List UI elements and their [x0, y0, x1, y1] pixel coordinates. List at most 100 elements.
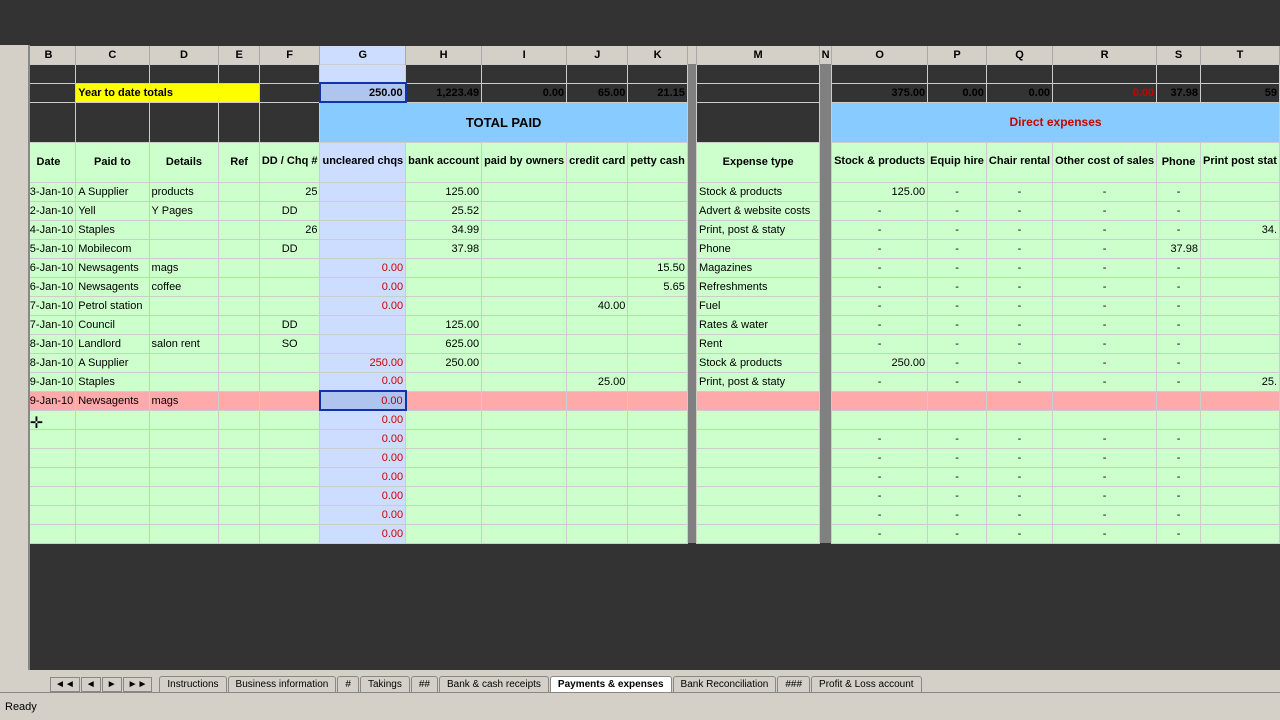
cell-E3 — [219, 102, 259, 142]
tab-bank-reconciliation[interactable]: Bank Reconciliation — [673, 676, 777, 692]
col-M-header: M — [696, 46, 819, 65]
col-L-header — [687, 46, 696, 65]
table-row: 9 06-Jan-10 Newsagents mags 0.00 15.50 M… — [1, 258, 1280, 277]
col-T-header: T — [1200, 46, 1279, 65]
table-row: 12 07-Jan-10 Council DD 125.00 Rates & w… — [1, 315, 1280, 334]
cell-details-header: Details — [149, 142, 219, 182]
cell-direct-exp: Direct expenses — [832, 102, 1280, 142]
cell-F3 — [259, 102, 320, 142]
cell-credit-header: credit card — [567, 142, 628, 182]
tab-hash3[interactable]: ### — [777, 676, 810, 692]
sheet-area[interactable]: B C D E F G H I J K M N O P Q R — [0, 45, 1280, 672]
cell-chair-header: Chair rental — [986, 142, 1052, 182]
cell-stock-header: Stock & products — [832, 142, 928, 182]
cell-I2: 0.00 — [482, 83, 567, 102]
cell-I1 — [482, 64, 567, 83]
table-row: 10 06-Jan-10 Newsagents coffee 0.00 5.65… — [1, 277, 1280, 296]
cell-L4 — [687, 142, 696, 182]
tab-takings[interactable]: Takings — [360, 676, 410, 692]
table-row: 7 04-Jan-10 Staples 26 34.99 Print, post… — [1, 220, 1280, 239]
cell-D3 — [149, 102, 219, 142]
col-N-header: N — [820, 46, 832, 65]
table-row: 11 07-Jan-10 Petrol station 0.00 40.00 F… — [1, 296, 1280, 315]
cell-H1 — [406, 64, 482, 83]
col-I-header: I — [482, 46, 567, 65]
tab-business-info[interactable]: Business information — [228, 676, 337, 692]
cell-O1 — [832, 64, 928, 83]
cell-K1 — [628, 64, 687, 83]
cell-S1 — [1157, 64, 1201, 83]
tab-instructions[interactable]: Instructions — [159, 676, 226, 692]
cell-paidto-header: Paid to — [76, 142, 149, 182]
col-header-row: B C D E F G H I J K M N O P Q R — [1, 46, 1280, 65]
tab-hash[interactable]: # — [337, 676, 359, 692]
table-row: 17 ✛ 0.00 — [1, 410, 1280, 429]
cell-H2: 1,223.49 — [406, 83, 482, 102]
last-sheet-btn[interactable]: ►► — [123, 677, 153, 692]
cell-G2[interactable]: 250.00 — [320, 83, 406, 102]
cell-equip-header: Equip hire — [928, 142, 987, 182]
table-row-selected: 16 09-Jan-10 Newsagents mags 0.00 — [1, 391, 1280, 410]
table-row: 13 08-Jan-10 Landlord salon rent SO 625.… — [1, 334, 1280, 353]
cell-J2: 65.00 — [567, 83, 628, 102]
col-O-header: O — [832, 46, 928, 65]
cell-L1 — [687, 64, 696, 83]
title-bar — [0, 0, 1280, 42]
cell-uncleared-header: uncleared chqs — [320, 142, 406, 182]
cell-E1 — [219, 64, 259, 83]
table-row: 5 03-Jan-10 A Supplier products 25 125.0… — [1, 182, 1280, 201]
row-numbers-panel — [0, 45, 30, 672]
cell-M1 — [696, 64, 819, 83]
tab-hash2[interactable]: ## — [411, 676, 438, 692]
col-K-header: K — [628, 46, 687, 65]
cell-N1 — [820, 64, 832, 83]
first-sheet-btn[interactable]: ◄◄ — [50, 677, 80, 692]
table-row: 6 02-Jan-10 Yell Y Pages DD 25.52 Advert… — [1, 201, 1280, 220]
cell-ytd-label: Year to date totals — [76, 83, 260, 102]
col-F-header: F — [259, 46, 320, 65]
table-row: 19 0.00 ----- — [1, 448, 1280, 467]
cell-N4 — [820, 142, 832, 182]
cell-F2 — [259, 83, 320, 102]
col-H-header: H — [406, 46, 482, 65]
cell-phone-header: Phone — [1157, 142, 1201, 182]
cell-total-paid: TOTAL PAID — [320, 102, 687, 142]
col-Q-header: Q — [986, 46, 1052, 65]
cell-S2: 37.98 — [1157, 83, 1201, 102]
tab-strip: ◄◄ ◄ ► ►► Instructions Business informat… — [0, 670, 1280, 692]
cell-Q1 — [986, 64, 1052, 83]
cell-O2: 375.00 — [832, 83, 928, 102]
prev-sheet-btn[interactable]: ◄ — [81, 677, 101, 692]
table-row: 8 05-Jan-10 Mobilecom DD 37.98 Phone - - — [1, 239, 1280, 258]
tab-bank-cash[interactable]: Bank & cash receipts — [439, 676, 549, 692]
table-row: 23 0.00 ----- — [1, 524, 1280, 543]
cell-D1 — [149, 64, 219, 83]
cell-Q2: 0.00 — [986, 83, 1052, 102]
cell-F1 — [259, 64, 320, 83]
table-row: 2 Year to date totals 250.00 1,223.49 0.… — [1, 83, 1280, 102]
cell-P1 — [928, 64, 987, 83]
cell-R2: 0.00 — [1053, 83, 1157, 102]
col-E-header: E — [219, 46, 259, 65]
cell-expense-header: Expense type — [696, 142, 819, 182]
cell-paidby-header: paid by owners — [482, 142, 567, 182]
cell-P2: 0.00 — [928, 83, 987, 102]
next-sheet-btn[interactable]: ► — [102, 677, 122, 692]
cell-N2 — [820, 83, 832, 102]
col-G-header: G — [320, 46, 406, 65]
col-C-header: C — [76, 46, 149, 65]
table-row: 14 08-Jan-10 A Supplier 250.00 250.00 St… — [1, 353, 1280, 372]
tab-payments-expenses[interactable]: Payments & expenses — [550, 676, 672, 692]
cell-petty-header: petty cash — [628, 142, 687, 182]
cell-bank-header: bank account — [406, 142, 482, 182]
table-row: 1 — [1, 64, 1280, 83]
sheet-nav-arrows[interactable]: ◄◄ ◄ ► ►► — [50, 677, 155, 692]
tab-profit-loss[interactable]: Profit & Loss account — [811, 676, 922, 692]
status-text: Ready — [5, 701, 37, 713]
table-row: 3 TOTAL PAID Direct expenses — [1, 102, 1280, 142]
app-window: B C D E F G H I J K M N O P Q R — [0, 0, 1280, 720]
table-row: 15 09-Jan-10 Staples 0.00 25.00 Print, p… — [1, 372, 1280, 391]
cell-M2 — [696, 83, 819, 102]
col-J-header: J — [567, 46, 628, 65]
cell-L3 — [687, 102, 696, 142]
